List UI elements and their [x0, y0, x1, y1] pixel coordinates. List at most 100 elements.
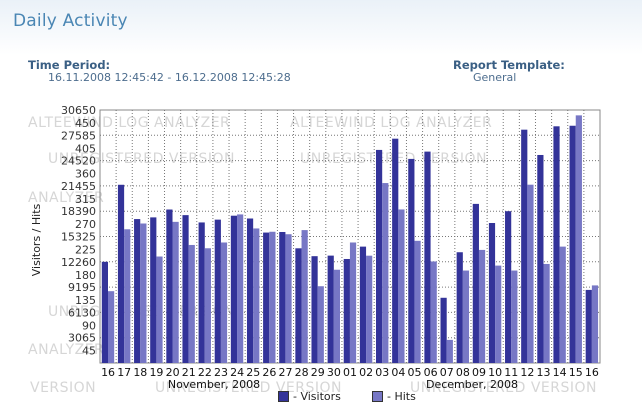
x-tick-label: 02 [359, 366, 373, 379]
bar-visitors [246, 218, 254, 363]
y-tick-label-hits: 27585 [61, 129, 96, 142]
x-tick-label: 29 [311, 366, 325, 379]
y-tick-label-visitors: 225 [75, 244, 96, 257]
x-tick-label: 13 [537, 366, 551, 379]
legend-label: - Visitors [293, 390, 341, 403]
bar-hits [446, 339, 453, 363]
x-tick-label: 15 [569, 366, 583, 379]
x-tick-label: 04 [391, 366, 405, 379]
x-tick-label: 16 [585, 366, 599, 379]
bar-visitors [424, 151, 431, 363]
bar-hits [269, 231, 276, 363]
bar-hits [366, 255, 373, 363]
x-tick-label: 18 [133, 366, 147, 379]
x-tick-label: 14 [553, 366, 567, 379]
bar-visitors [359, 246, 367, 363]
bar-visitors [134, 219, 141, 363]
bar-hits [398, 209, 405, 363]
x-tick-label: 16 [101, 366, 115, 379]
legend-swatch [372, 391, 383, 402]
bar-hits [124, 229, 131, 363]
bar-visitors [182, 215, 189, 363]
bar-visitors [117, 184, 125, 363]
bar-hits [527, 184, 534, 363]
bar-visitors [585, 289, 592, 363]
x-month-label: November, 2008 [168, 378, 260, 391]
bar-hits [462, 270, 470, 363]
y-axis-label: Visitors / Hits [30, 203, 43, 276]
x-tick-label: 01 [343, 366, 357, 379]
y-tick-label-visitors: 450 [75, 117, 96, 130]
y-tick-label-visitors: 90 [82, 319, 96, 332]
x-tick-label: 26 [262, 366, 276, 379]
y-tick-label-hits: 30650 [61, 104, 96, 117]
bar-hits [511, 270, 518, 363]
x-tick-label: 17 [117, 366, 131, 379]
daily-activity-chart: 3065045027585405245203602145531518390270… [30, 104, 601, 391]
bar-hits [301, 230, 308, 363]
bar-visitors [408, 158, 415, 363]
legend-swatch [278, 391, 289, 402]
bar-hits [543, 263, 550, 363]
y-tick-label-visitors: 270 [75, 218, 96, 231]
bar-hits [349, 242, 357, 363]
x-tick-label: 03 [375, 366, 389, 379]
bar-visitors [166, 209, 173, 363]
bar-hits [414, 240, 421, 363]
bar-hits [382, 183, 389, 363]
y-tick-label-hits: 3065 [68, 332, 96, 345]
y-tick-label-hits: 6130 [68, 306, 96, 319]
x-tick-label: 12 [520, 366, 534, 379]
y-tick-label-visitors: 405 [75, 142, 96, 155]
x-tick-label: 19 [149, 366, 163, 379]
y-tick-label-visitors: 45 [82, 345, 96, 358]
x-tick-label: 28 [295, 366, 309, 379]
bar-visitors [101, 261, 108, 363]
bar-visitors [537, 154, 544, 363]
x-tick-label: 27 [278, 366, 292, 379]
bar-hits [559, 246, 566, 363]
bar-visitors [456, 252, 463, 363]
y-tick-label-hits: 12260 [61, 256, 96, 269]
bar-hits [237, 214, 244, 363]
bar-hits [172, 221, 179, 363]
y-tick-label-hits: 21455 [61, 180, 96, 193]
bar-visitors [198, 222, 205, 363]
bar-hits [430, 261, 437, 363]
bar-visitors [440, 297, 447, 363]
bar-visitors [488, 223, 496, 363]
y-tick-label-visitors: 135 [75, 294, 96, 307]
bar-hits [108, 291, 115, 363]
bar-visitors [521, 129, 528, 363]
bar-hits [591, 285, 599, 363]
bar-visitors [505, 211, 512, 363]
x-month-label: December, 2008 [426, 378, 518, 391]
bar-visitors [263, 232, 270, 363]
y-tick-label-hits: 18390 [61, 205, 96, 218]
y-tick-label-visitors: 180 [75, 269, 96, 282]
bar-visitors [279, 232, 286, 363]
bar-visitors [472, 203, 479, 363]
bar-visitors [311, 256, 318, 363]
bar-visitors [569, 125, 576, 364]
y-tick-label-visitors: 315 [75, 193, 96, 206]
bar-hits [333, 269, 341, 363]
bar-hits [285, 234, 292, 363]
bar-hits [478, 249, 486, 363]
bar-visitors [392, 138, 399, 363]
bar-visitors [375, 149, 383, 363]
bar-hits [156, 256, 163, 363]
legend-item-hits: - Hits [372, 390, 416, 403]
legend-item-visitors: - Visitors [278, 390, 341, 403]
bar-visitors [327, 255, 334, 363]
y-tick-label-hits: 15325 [61, 231, 96, 244]
bar-hits [253, 228, 260, 363]
bar-hits [317, 286, 324, 363]
bar-hits [204, 248, 211, 363]
bar-visitors [343, 258, 350, 363]
bar-hits [188, 244, 195, 363]
bar-hits [575, 115, 582, 363]
y-tick-label-hits: 9195 [68, 281, 96, 294]
bar-visitors [214, 219, 221, 363]
x-tick-label: 05 [408, 366, 422, 379]
